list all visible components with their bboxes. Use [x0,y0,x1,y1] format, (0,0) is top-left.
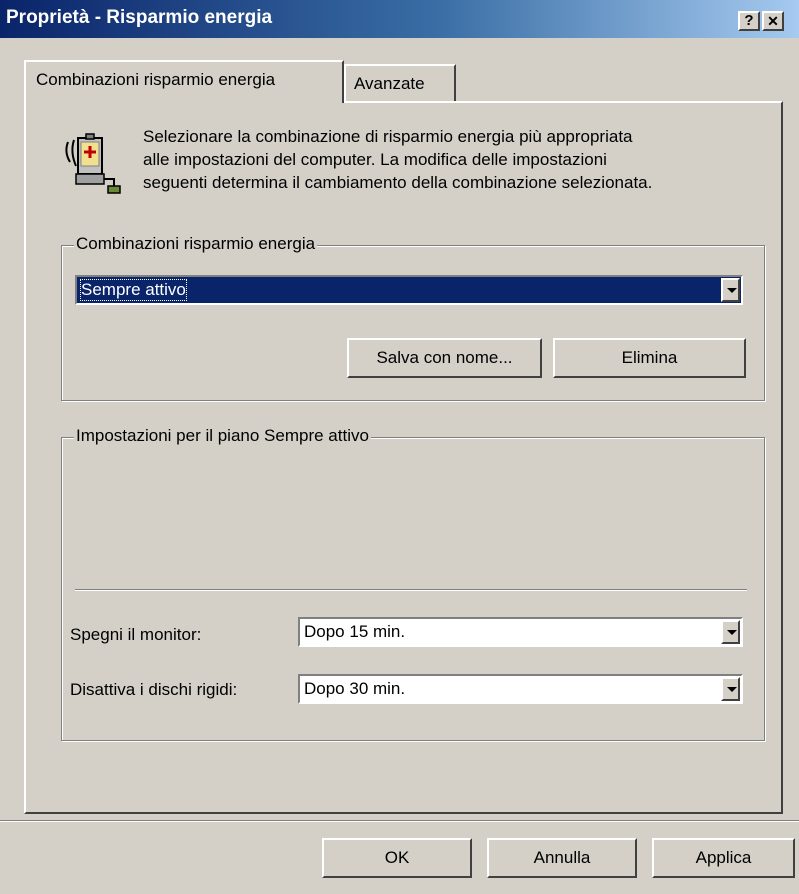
monitor-timeout-value: Dopo 15 min. [304,622,406,641]
help-button[interactable]: ? [738,11,760,31]
power-schemes-group-label: Combinazioni risparmio energia [74,234,318,254]
power-battery-icon [65,133,121,194]
title-bar[interactable]: Proprietà - Risparmio energia ? ✕ [0,0,799,38]
close-button[interactable]: ✕ [762,11,784,31]
power-scheme-select[interactable]: Sempre attivo [75,275,743,305]
disks-label: Disattiva i dischi rigidi: [70,680,238,699]
save-as-button[interactable]: Salva con nome... [347,338,542,378]
window-title: Proprietà - Risparmio energia [6,7,273,28]
tab-power-schemes[interactable]: Combinazioni risparmio energia [24,60,344,103]
delete-button[interactable]: Elimina [553,338,746,378]
chevron-down-icon[interactable] [721,620,740,644]
intro-line-1: Selezionare la combinazione di risparmio… [143,127,633,146]
settings-group-label: Impostazioni per il piano Sempre attivo [74,426,371,446]
tab-advanced-label: Avanzate [354,74,425,93]
chevron-down-icon[interactable] [721,278,740,302]
intro-line-2: alle impostazioni del computer. La modif… [143,150,607,169]
settings-divider [75,589,747,591]
monitor-label: Spegni il monitor: [70,625,202,644]
cancel-button[interactable]: Annulla [487,838,637,878]
apply-button[interactable]: Applica [652,838,795,878]
footer-divider [0,820,799,822]
disks-timeout-select[interactable]: Dopo 30 min. [298,674,743,704]
monitor-timeout-select[interactable]: Dopo 15 min. [298,617,743,647]
ok-button[interactable]: OK [322,838,472,878]
tab-advanced[interactable]: Avanzate [344,64,456,101]
intro-line-3: seguenti determina il cambiamento della … [143,173,653,192]
power-scheme-value: Sempre attivo [80,279,187,301]
properties-dialog: Proprietà - Risparmio energia ? ✕ Combin… [0,0,799,894]
chevron-down-icon[interactable] [721,677,740,701]
tab-power-schemes-label: Combinazioni risparmio energia [36,70,276,89]
disks-timeout-value: Dopo 30 min. [304,679,406,698]
